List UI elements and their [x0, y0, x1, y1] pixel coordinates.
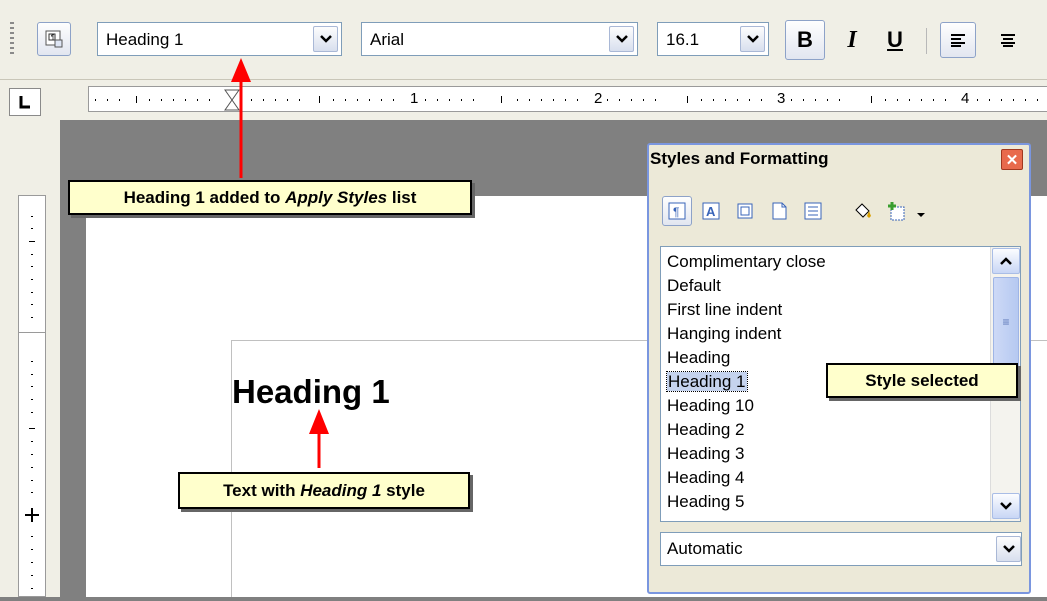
style-list-item-selected[interactable]: Heading 1	[666, 371, 748, 392]
styles-toolbar: ¶ A	[658, 190, 1030, 236]
chevron-up-icon	[1000, 257, 1012, 265]
callout-apply-styles: Heading 1 added to Apply Styles list	[68, 180, 472, 215]
paint-bucket-icon	[855, 203, 871, 218]
style-list-item[interactable]: First line indent	[667, 300, 782, 320]
callout-apply-styles-part-2: 1	[190, 187, 205, 207]
style-list-item[interactable]: Heading 2	[667, 420, 745, 440]
frame-styles-button[interactable]	[730, 196, 760, 226]
page-styles-button[interactable]	[764, 196, 794, 226]
new-style-from-selection-button[interactable]	[882, 196, 912, 226]
new-style-icon	[888, 202, 905, 221]
callout-text-with-style-text: Text with Heading 1 style	[223, 481, 425, 501]
frame-styles-icon	[737, 203, 753, 219]
callout-apply-styles-text: Heading 1 added to Apply Styles list	[124, 188, 417, 208]
paragraph-styles-button[interactable]: ¶	[662, 196, 692, 226]
style-list-item[interactable]: Default	[667, 276, 721, 296]
callout-text-with-style: Text with Heading 1 style	[178, 472, 470, 509]
svg-text:¶: ¶	[673, 205, 679, 219]
style-list-item[interactable]: Heading 5	[667, 492, 745, 512]
callout-text-with-post: style	[381, 480, 425, 500]
callout-apply-styles-part-3: added to	[204, 187, 286, 207]
style-filter-dropdown-button[interactable]	[996, 536, 1021, 562]
style-list-item[interactable]: Heading 4	[667, 468, 745, 488]
paragraph-styles-icon: ¶	[668, 202, 686, 220]
page-styles-icon	[772, 202, 787, 220]
style-list-item[interactable]: Heading	[667, 348, 730, 368]
selected-style-label: Heading 1	[666, 371, 748, 392]
scroll-up-button[interactable]	[992, 248, 1020, 274]
style-list-item[interactable]: Heading 10	[667, 396, 754, 416]
style-list-item[interactable]: Heading 3	[667, 444, 745, 464]
character-styles-button[interactable]: A	[696, 196, 726, 226]
styles-panel-title: Styles and Formatting	[650, 149, 829, 168]
character-styles-icon: A	[702, 202, 720, 220]
callout-apply-styles-tail: list	[387, 187, 417, 207]
svg-text:A: A	[706, 204, 716, 219]
list-styles-icon	[804, 202, 822, 220]
close-icon[interactable]: ✕	[1001, 149, 1023, 170]
fill-format-mode-button[interactable]	[848, 196, 878, 226]
style-list-item[interactable]: Complimentary close	[667, 252, 826, 272]
arrow-to-heading-text	[309, 409, 329, 468]
callout-apply-styles-italic: Apply Styles	[285, 187, 388, 207]
chevron-down-icon	[1002, 545, 1015, 553]
callout-text-with-pre: Text with	[223, 480, 301, 500]
chevron-down-icon[interactable]	[916, 206, 928, 217]
callout-style-selected: Style selected	[826, 363, 1018, 398]
arrow-to-apply-style	[231, 58, 251, 178]
style-filter-select[interactable]: Automatic	[660, 532, 1022, 566]
callout-text-with-italic: Heading 1	[300, 480, 382, 500]
style-filter-value: Automatic	[667, 539, 743, 558]
scroll-down-button[interactable]	[992, 493, 1020, 519]
list-styles-button[interactable]	[798, 196, 828, 226]
chevron-down-icon	[1000, 502, 1012, 510]
style-list-item[interactable]: Hanging indent	[667, 324, 781, 344]
scrollbar-thumb[interactable]: ≡	[993, 277, 1019, 367]
callout-apply-styles-part-1: Heading	[123, 187, 191, 207]
callout-style-selected-text: Style selected	[865, 370, 979, 390]
